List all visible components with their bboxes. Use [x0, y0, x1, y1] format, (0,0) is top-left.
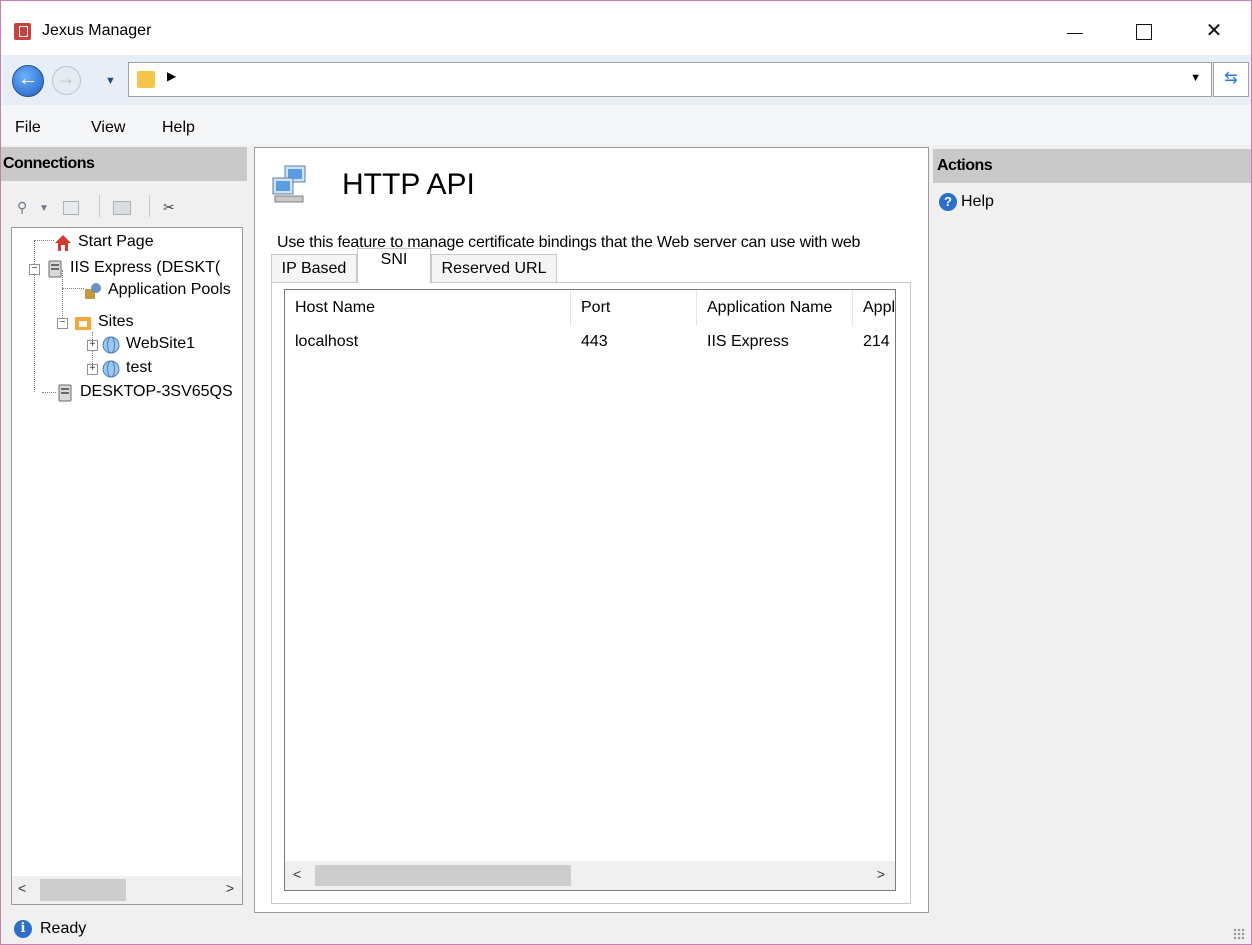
- history-dropdown-icon[interactable]: ▼: [105, 75, 116, 87]
- close-icon: ✕: [1205, 20, 1223, 42]
- up-level-icon[interactable]: [113, 201, 131, 215]
- toolbar-separator: [149, 195, 150, 217]
- forward-button[interactable]: [52, 66, 81, 95]
- column-header-port[interactable]: Port: [571, 290, 697, 326]
- status-bar: i Ready: [1, 913, 1251, 944]
- tree-item-label: IIS Express (DESKT(: [70, 259, 221, 276]
- tree-line: [42, 392, 56, 393]
- scrollbar-thumb[interactable]: [40, 879, 126, 901]
- connect-icon[interactable]: ⚲: [17, 199, 35, 215]
- scroll-right-icon[interactable]: >: [226, 880, 234, 896]
- globe-icon: [102, 360, 120, 378]
- home-icon: [54, 234, 72, 252]
- tree-line: [34, 240, 54, 241]
- help-action-link[interactable]: Help: [961, 193, 994, 211]
- app-pools-icon: [84, 282, 102, 300]
- list-horizontal-scrollbar[interactable]: < >: [285, 861, 895, 890]
- scroll-left-icon[interactable]: <: [18, 880, 26, 896]
- refresh-button[interactable]: ⇆: [1213, 62, 1249, 97]
- http-api-icon: [271, 162, 311, 206]
- scrollbar-thumb[interactable]: [315, 865, 571, 886]
- tree-item-label: Start Page: [78, 233, 154, 250]
- help-icon[interactable]: ?: [939, 193, 957, 211]
- globe-icon: [102, 336, 120, 354]
- connect-dropdown-icon[interactable]: ▼: [39, 203, 57, 219]
- title-bar: Jexus Manager ✕: [1, 1, 1251, 55]
- tab-ip-based[interactable]: IP Based: [271, 254, 357, 283]
- main-content: HTTP API Use this feature to manage cert…: [254, 147, 929, 913]
- save-icon[interactable]: [63, 201, 79, 215]
- connections-tree[interactable]: − − + + Start Page IIS Express (DESKT( A…: [11, 227, 243, 877]
- info-icon: i: [14, 920, 32, 938]
- breadcrumb-arrow-icon[interactable]: ▶: [167, 69, 176, 83]
- column-header-host-name[interactable]: Host Name: [285, 290, 571, 326]
- connections-title: Connections: [3, 155, 95, 172]
- table-cell-port[interactable]: 443: [571, 328, 697, 356]
- connections-panel: Connections ⚲ ▼ ✂ − − + + Start Page IIS…: [1, 147, 247, 913]
- table-cell-host[interactable]: localhost: [285, 328, 571, 356]
- resize-grip-icon[interactable]: [1233, 928, 1245, 940]
- table-cell-application-name[interactable]: IIS Express: [697, 328, 853, 356]
- tree-item-label: WebSite1: [126, 335, 196, 352]
- menu-bar: File View Help: [1, 105, 1251, 145]
- navigation-bar: ▼ ▶ ▼ ⇆: [1, 55, 1251, 105]
- collapse-toggle[interactable]: −: [29, 264, 40, 275]
- server-icon: [46, 260, 64, 278]
- status-text: Ready: [40, 920, 87, 937]
- tree-horizontal-scrollbar[interactable]: < >: [11, 876, 243, 905]
- actions-header: Actions: [933, 149, 1251, 183]
- column-header-application[interactable]: Appl: [853, 290, 895, 326]
- tree-item-label: Sites: [98, 313, 134, 330]
- folder-icon: [137, 71, 155, 88]
- table-cell-application[interactable]: 214: [853, 328, 895, 356]
- column-header-application-name[interactable]: Application Name: [697, 290, 853, 326]
- tree-item-label: DESKTOP-3SV65QS: [80, 383, 233, 400]
- disconnect-icon[interactable]: ✂: [163, 199, 181, 215]
- actions-title: Actions: [937, 157, 993, 174]
- menu-view[interactable]: View: [91, 119, 125, 137]
- maximize-icon: [1136, 24, 1152, 40]
- scroll-right-icon[interactable]: >: [877, 866, 885, 882]
- expand-toggle[interactable]: +: [87, 364, 98, 375]
- app-window: Jexus Manager ✕ ▼ ▶ ▼ ⇆ File View Help C…: [0, 0, 1252, 945]
- address-dropdown-icon[interactable]: ▼: [1190, 72, 1201, 84]
- tab-sni[interactable]: SNI: [357, 248, 431, 283]
- connections-toolbar: ⚲ ▼ ✂: [1, 187, 241, 225]
- tab-panel-sni: Host Name Port Application Name Appl loc…: [271, 282, 911, 904]
- jexus-app-icon: [14, 23, 31, 40]
- back-button[interactable]: [12, 65, 44, 97]
- tree-line: [62, 270, 63, 324]
- tree-item-label: test: [126, 359, 152, 376]
- sites-folder-icon: [74, 314, 92, 332]
- scroll-left-icon[interactable]: <: [293, 866, 301, 882]
- menu-help[interactable]: Help: [162, 119, 195, 137]
- sni-bindings-list[interactable]: Host Name Port Application Name Appl loc…: [284, 289, 896, 891]
- collapse-toggle[interactable]: −: [57, 318, 68, 329]
- actions-panel: Actions ? Help: [933, 149, 1251, 911]
- connections-header: Connections: [1, 147, 247, 181]
- menu-file[interactable]: File: [15, 119, 41, 137]
- tab-reserved-url[interactable]: Reserved URL: [431, 254, 557, 283]
- tree-line: [62, 288, 84, 289]
- maximize-button[interactable]: [1121, 11, 1167, 51]
- expand-toggle[interactable]: +: [87, 340, 98, 351]
- minimize-button[interactable]: [1051, 11, 1097, 51]
- address-bar[interactable]: ▶ ▼: [128, 62, 1212, 97]
- close-button[interactable]: ✕: [1191, 11, 1237, 51]
- refresh-icon: ⇆: [1224, 70, 1238, 87]
- minimize-icon: [1067, 33, 1083, 34]
- toolbar-separator: [99, 195, 100, 217]
- tree-item-label: Application Pools: [108, 281, 231, 298]
- server-icon: [56, 384, 74, 402]
- window-title: Jexus Manager: [42, 22, 152, 39]
- page-title: HTTP API: [342, 168, 475, 201]
